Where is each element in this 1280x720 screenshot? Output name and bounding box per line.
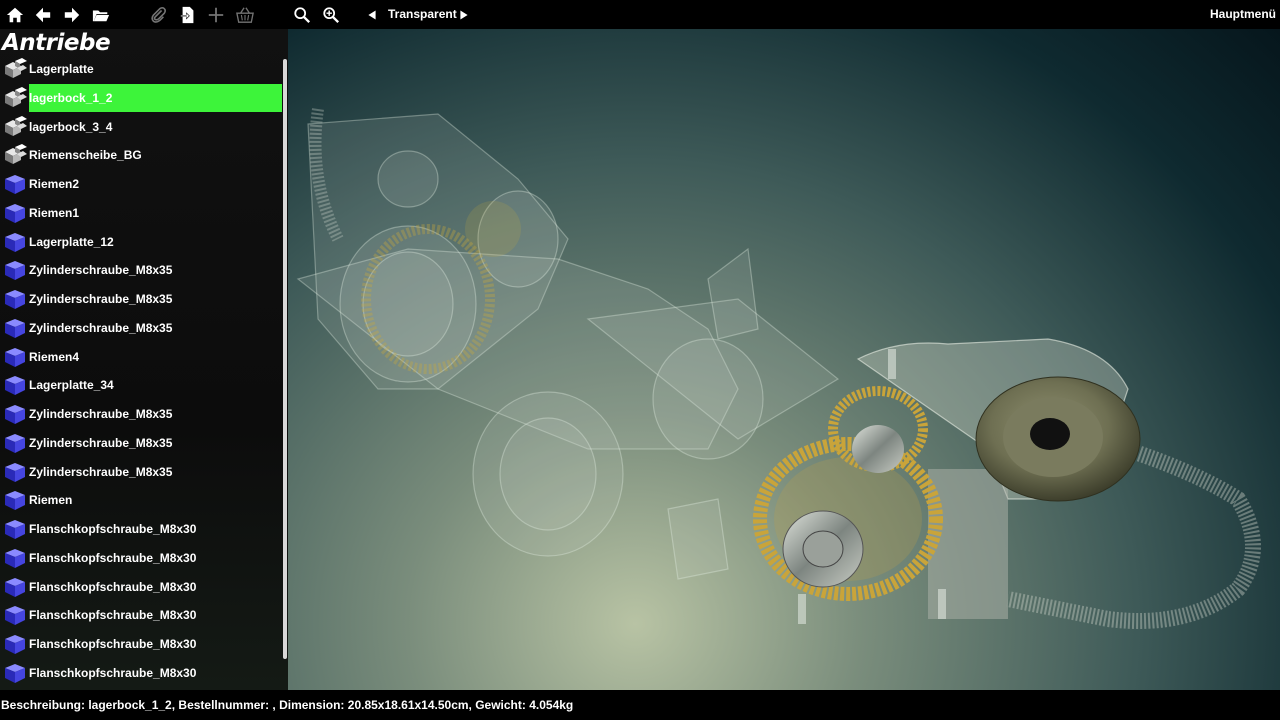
part-cube-icon [3,432,27,454]
tree-item-label: Flanschkopfschraube_M8x30 [29,550,197,565]
assembly-icon [3,86,27,109]
tree-item[interactable]: Zylinderschraube_M8x35 [0,285,282,314]
tree-item-label: Zylinderschraube_M8x35 [29,407,173,421]
tree-scrollbar[interactable] [283,59,287,659]
part-cube-icon [3,489,27,511]
tree-item[interactable]: Flanschkopfschraube_M8x30 [0,659,282,688]
document-export-icon[interactable] [176,3,200,27]
tree-item-label: lagerbock_1_2 [29,83,282,112]
part-cube-icon [3,317,27,339]
status-text: Beschreibung: lagerbock_1_2, Bestellnumm… [1,698,574,712]
paperclip-icon[interactable] [146,3,170,27]
tree-item[interactable]: Riemenscheibe_BG [0,141,282,170]
tree-item[interactable]: Flanschkopfschraube_M8x30 [0,601,282,630]
tree-item[interactable]: Flanschkopfschraube_M8x30 [0,544,282,573]
part-cube-icon [3,518,27,540]
tree-item[interactable]: Riemen1 [0,199,282,228]
3d-viewport[interactable] [288,29,1280,690]
tree-list: Lagerplatte lagerbock_1_2 lagerbock_3_4 Rie… [0,55,282,690]
search-icon[interactable] [290,3,314,27]
prev-triangle-icon[interactable] [360,3,384,27]
assembly-icon [3,144,27,166]
tree-item[interactable]: Zylinderschraube_M8x35 [0,458,282,487]
tree-item-label: Lagerplatte [29,62,94,76]
part-cube-icon [3,374,27,396]
tree-item-label: Flanschkopfschraube_M8x30 [29,522,197,536]
tree-item-label: Zylinderschraube_M8x35 [29,292,173,306]
part-cube-icon [3,633,27,655]
tree-item-label: Zylinderschraube_M8x35 [29,320,173,335]
tree-item[interactable]: lagerbock_1_2 [0,83,282,113]
tree-item-label: Zylinderschraube_M8x35 [29,263,173,278]
part-cube-icon [3,576,27,598]
model-render [296,108,1261,629]
zoom-in-icon[interactable] [319,3,343,27]
assembly-icon [3,58,27,80]
tree-item[interactable]: Riemen2 [0,170,282,199]
part-cube-icon [3,461,27,483]
display-mode-label: Transparent [388,7,457,21]
status-bar: Beschreibung: lagerbock_1_2, Bestellnumm… [0,690,1280,720]
tree-item-label: Lagerplatte_12 [29,234,114,249]
assembly-icon [3,115,27,138]
tree-item[interactable]: Lagerplatte_34 [0,371,282,400]
part-cube-icon [3,259,27,281]
part-cube-icon [3,173,27,195]
forward-arrow-icon[interactable] [60,3,84,27]
part-cube-icon [3,202,27,224]
tree-item-label: Riemenscheibe_BG [29,148,142,163]
tree-item[interactable]: Riemen [0,486,282,515]
tree-item[interactable]: Zylinderschraube_M8x35 [0,429,282,458]
tree-item[interactable]: Lagerplatte_12 [0,228,282,257]
tree-item-label: Riemen2 [29,177,80,191]
part-cube-icon [3,547,27,569]
part-cube-icon [3,662,27,684]
plus-icon[interactable] [204,3,228,27]
tree-item-label: Flanschkopfschraube_M8x30 [29,637,197,651]
tree-item[interactable]: lagerbock_3_4 [0,113,282,142]
tree-item[interactable]: Lagerplatte [0,55,282,84]
home-icon[interactable] [3,3,27,27]
tree-item-label: Zylinderschraube_M8x35 [29,435,173,450]
tree-item[interactable]: Zylinderschraube_M8x35 [0,400,282,429]
tree-item-label: Riemen [29,493,73,508]
part-cube-icon [3,288,27,310]
tree-item-label: Riemen4 [29,349,80,364]
tree-item[interactable]: Zylinderschraube_M8x35 [0,256,282,285]
top-toolbar: Transparent Hauptmenü [0,0,1280,29]
folder-icon[interactable] [89,3,113,27]
assembly-tree-panel: Antriebe Lagerplatte lagerbock_1_2lagerbo… [0,29,288,690]
tree-item-label: lagerbock_3_4 [29,119,113,134]
tree-item[interactable]: Flanschkopfschraube_M8x30 [0,573,282,602]
part-cube-icon [3,403,27,425]
tree-item[interactable]: Flanschkopfschraube_M8x30 [0,630,282,659]
tree-title: Antriebe [2,30,111,56]
tree-item-label: Riemen1 [29,205,80,220]
back-arrow-icon[interactable] [31,3,55,27]
tree-item-label: Zylinderschraube_M8x35 [29,464,173,479]
tree-item-label: Flanschkopfschraube_M8x30 [29,579,197,594]
part-cube-icon [3,231,27,253]
tree-item-label: Flanschkopfschraube_M8x30 [29,665,197,680]
part-cube-icon [3,604,27,626]
tree-item[interactable]: Zylinderschraube_M8x35 [0,314,282,343]
main-menu-button[interactable]: Hauptmenü [1210,7,1276,21]
part-cube-icon [3,346,27,368]
next-triangle-icon[interactable] [452,3,476,27]
tree-item[interactable]: Riemen4 [0,343,282,372]
tree-item-label: Lagerplatte_34 [29,378,114,393]
basket-icon[interactable] [233,3,257,27]
tree-item-label: Flanschkopfschraube_M8x30 [29,608,197,623]
tree-item[interactable]: Flanschkopfschraube_M8x30 [0,515,282,544]
